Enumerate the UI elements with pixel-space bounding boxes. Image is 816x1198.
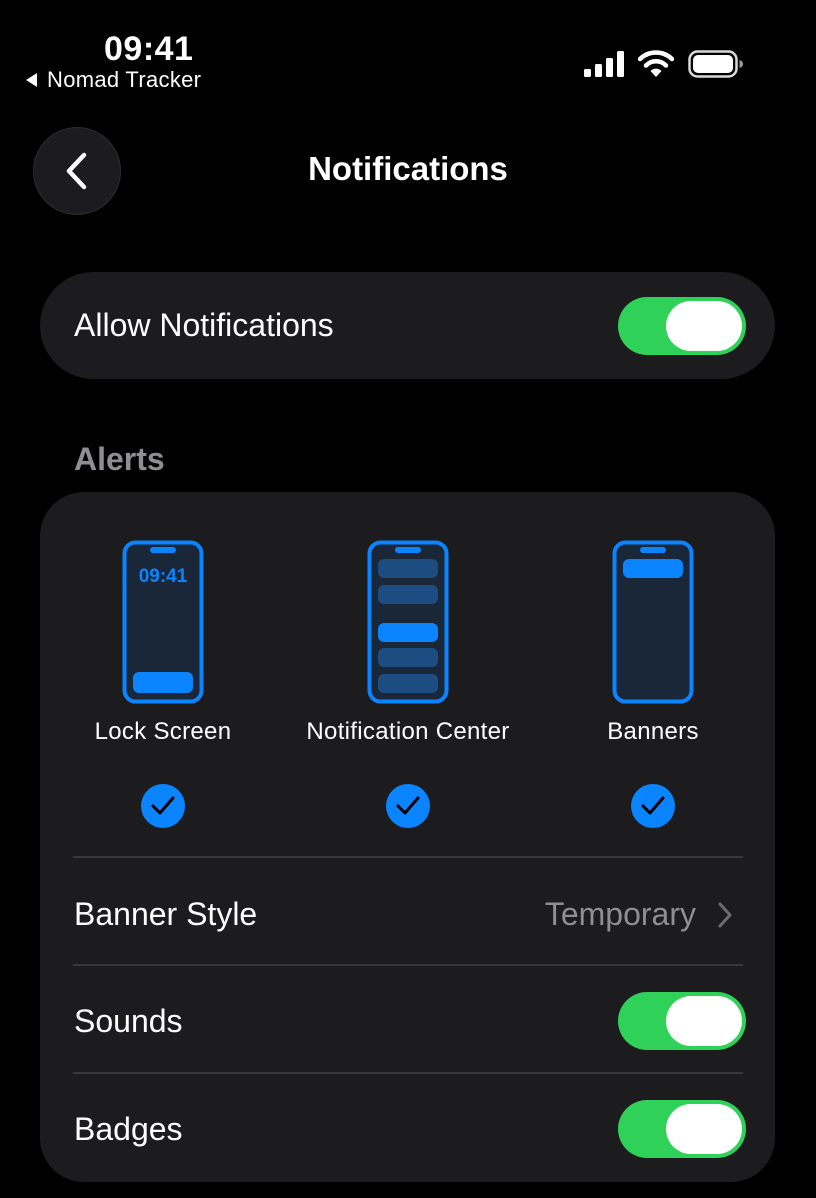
divider bbox=[73, 964, 743, 966]
checkmark-icon bbox=[396, 796, 420, 815]
banners-option[interactable]: Banners bbox=[533, 540, 773, 828]
notification-center-check[interactable] bbox=[386, 784, 430, 828]
checkmark-icon bbox=[151, 796, 175, 815]
lock-screen-option[interactable]: 09:41 Lock Screen bbox=[43, 540, 283, 828]
banner-style-value: Temporary bbox=[544, 896, 696, 932]
screen: 09:41 Nomad Tracker Notifications Allow bbox=[0, 0, 816, 1198]
alerts-card: 09:41 Lock Screen Notification Center Ba… bbox=[40, 492, 775, 1182]
back-triangle-icon bbox=[26, 73, 37, 87]
banners-phone-icon bbox=[612, 540, 694, 704]
toggle-knob bbox=[666, 1104, 742, 1154]
badges-label: Badges bbox=[74, 1111, 183, 1147]
lock-screen-time: 09:41 bbox=[139, 566, 188, 587]
lock-screen-check[interactable] bbox=[141, 784, 185, 828]
lock-screen-phone-icon: 09:41 bbox=[122, 540, 204, 704]
lock-screen-label: Lock Screen bbox=[94, 718, 232, 745]
notification-center-option[interactable]: Notification Center bbox=[288, 540, 528, 828]
cellular-signal-icon bbox=[584, 51, 624, 77]
sounds-label: Sounds bbox=[74, 1003, 183, 1039]
alerts-section-header: Alerts bbox=[74, 441, 165, 477]
battery-icon bbox=[688, 50, 743, 78]
badges-toggle[interactable] bbox=[618, 1100, 746, 1158]
status-icons bbox=[584, 50, 744, 78]
page-title: Notifications bbox=[308, 150, 508, 187]
notification-center-phone-icon bbox=[367, 540, 449, 704]
banners-check[interactable] bbox=[631, 784, 675, 828]
banner-style-label: Banner Style bbox=[74, 896, 258, 932]
back-to-app-link[interactable]: Nomad Tracker bbox=[26, 67, 201, 93]
toggle-knob bbox=[666, 301, 742, 351]
allow-notifications-toggle[interactable] bbox=[618, 297, 746, 355]
allow-notifications-row: Allow Notifications bbox=[40, 272, 775, 379]
status-time: 09:41 bbox=[104, 30, 194, 68]
divider bbox=[73, 1072, 743, 1074]
checkmark-icon bbox=[641, 796, 665, 815]
chevron-right-icon bbox=[718, 902, 732, 928]
toggle-knob bbox=[666, 996, 742, 1046]
back-app-label: Nomad Tracker bbox=[47, 67, 202, 92]
banners-label: Banners bbox=[607, 718, 699, 745]
notification-center-label: Notification Center bbox=[306, 718, 510, 745]
sounds-toggle[interactable] bbox=[618, 992, 746, 1050]
allow-notifications-label: Allow Notifications bbox=[74, 307, 334, 343]
divider bbox=[73, 856, 743, 858]
wifi-icon bbox=[638, 50, 674, 77]
